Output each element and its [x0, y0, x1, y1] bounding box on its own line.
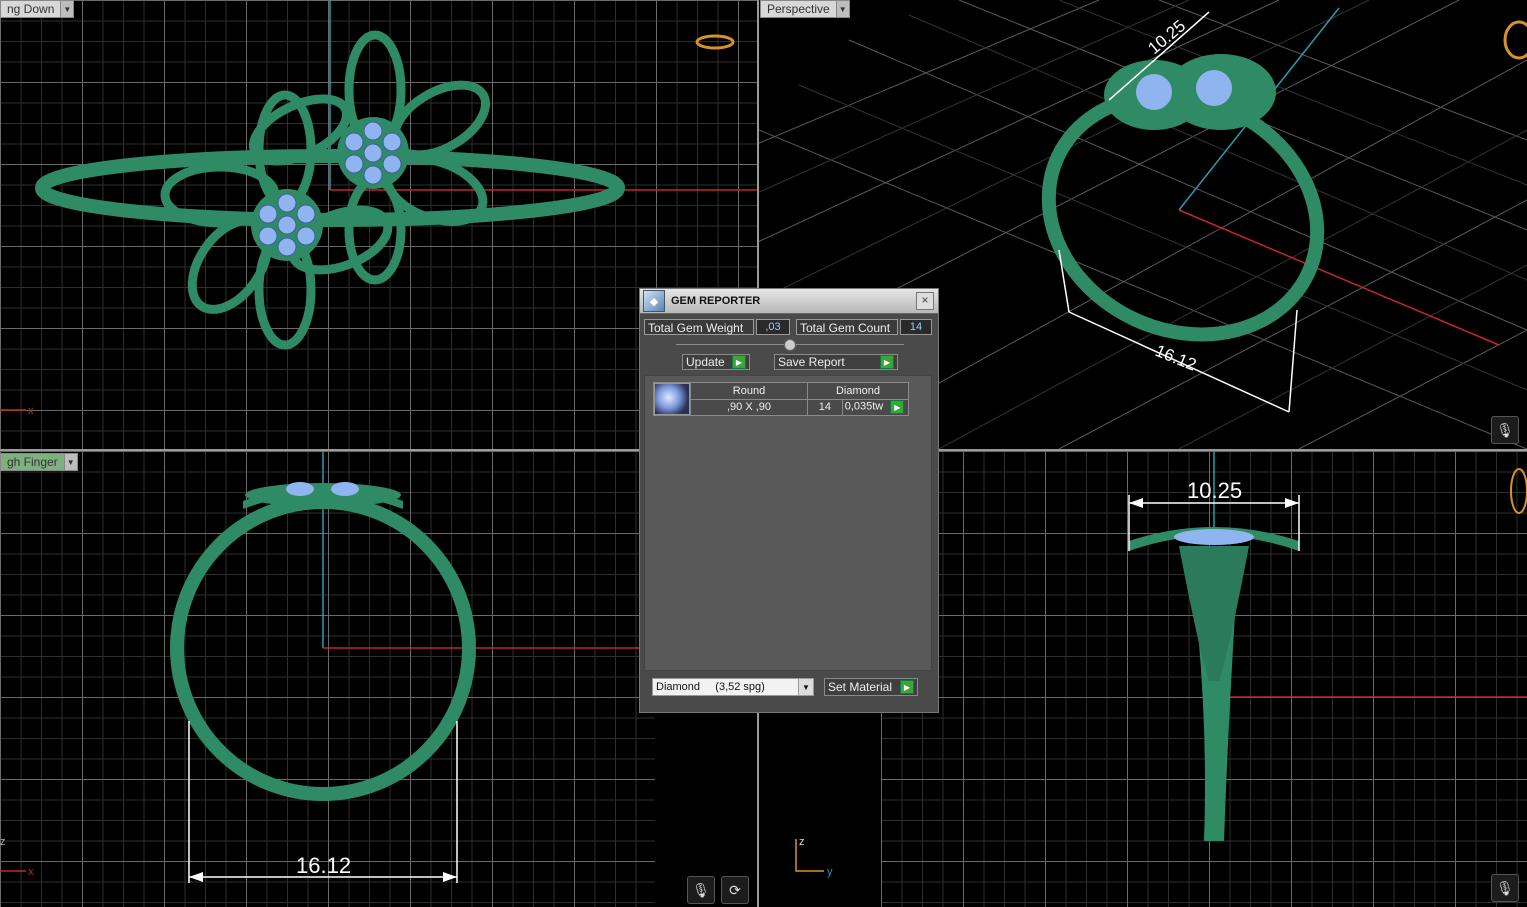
save-report-button[interactable]: Save Report ▶ — [774, 354, 898, 370]
chevron-down-icon[interactable]: ▼ — [798, 679, 813, 695]
dimension-label-width: 10.25 — [1187, 478, 1242, 503]
chevron-down-icon[interactable]: ▼ — [60, 1, 74, 17]
play-icon: ▶ — [732, 355, 746, 369]
play-icon[interactable]: ▶ — [890, 400, 905, 415]
table-row[interactable]: Round Diamond — [653, 382, 909, 416]
dimension-label-ring: 16.12 — [296, 853, 351, 878]
viewport-label-text: Perspective — [767, 2, 830, 16]
microphone-icon[interactable]: 🎙 — [687, 876, 715, 904]
update-button[interactable]: Update ▶ — [682, 354, 750, 370]
totals-row: Total Gem Weight ,03 Total Gem Count 14 — [644, 319, 932, 335]
round-gem-icon — [654, 383, 690, 415]
total-count-value: 14 — [900, 319, 932, 335]
play-icon: ▶ — [900, 680, 914, 694]
gem-thumbnail — [653, 382, 691, 416]
material-select[interactable]: Diamond (3,52 spg) ▼ — [652, 678, 814, 696]
microphone-icon[interactable]: 🎙 — [1491, 874, 1519, 902]
gem-size: ,90 X ,90 — [690, 398, 808, 416]
gem-table: Round Diamond ,90 X ,90 14 0,035tw ▶ — [653, 382, 910, 416]
gem-shape: Round — [690, 382, 808, 400]
set-material-button[interactable]: Set Material ▶ — [824, 678, 918, 696]
viewport-label-bottom-left[interactable]: gh Finger ▼ — [0, 453, 78, 471]
refresh-icon[interactable]: ⟳ — [721, 876, 749, 904]
total-count-label: Total Gem Count — [796, 319, 898, 335]
gem-material: Diamond — [807, 382, 909, 400]
viewport-label-text: ng Down — [7, 2, 55, 16]
gem-reporter-dialog: ◆ GEM REPORTER × Total Gem Weight ,03 To… — [639, 288, 939, 713]
viewport-label-top-left[interactable]: ng Down ▼ — [0, 0, 75, 18]
dimension-label-ring: 16.12 — [1153, 341, 1200, 375]
actions-row: Update ▶ Save Report ▶ — [682, 354, 898, 370]
table-row[interactable]: ,90 X ,90 14 0,035tw ▶ — [654, 398, 910, 416]
gem-weight: 0,035tw — [844, 400, 884, 413]
slider-handle[interactable] — [784, 339, 796, 351]
dialog-title-bar[interactable]: ◆ GEM REPORTER × — [640, 289, 938, 314]
save-report-label: Save Report — [778, 354, 845, 369]
play-icon: ▶ — [880, 355, 894, 369]
axis-z-label: z — [0, 836, 6, 848]
gem-weight-cell: 0,035tw ▶ — [841, 398, 910, 416]
viewport-label-text: gh Finger — [7, 455, 58, 469]
axis-z-label: z — [799, 836, 805, 848]
gem-count: 14 — [807, 398, 843, 416]
chevron-down-icon[interactable]: ▼ — [63, 454, 77, 470]
microphone-icon[interactable]: 🎙 — [1491, 416, 1519, 444]
set-material-label: Set Material — [828, 679, 893, 694]
axis-x-label: x — [28, 405, 34, 417]
gem-reporter-app-icon: ◆ — [643, 290, 665, 312]
total-weight-value: ,03 — [756, 319, 790, 335]
material-row: Diamond (3,52 spg) ▼ Set Material ▶ — [652, 678, 918, 696]
viewport-label-top-right[interactable]: Perspective ▼ — [760, 0, 850, 18]
axis-x-label: x — [28, 866, 34, 878]
update-label: Update — [686, 354, 725, 369]
dialog-title: GEM REPORTER — [671, 295, 761, 307]
total-weight-label: Total Gem Weight — [644, 319, 754, 335]
chevron-down-icon[interactable]: ▼ — [835, 1, 849, 17]
gem-list: Round Diamond ,90 X ,90 14 0,035tw ▶ — [644, 375, 932, 671]
material-select-value: Diamond (3,52 spg) — [656, 681, 765, 693]
axis-y-label: y — [827, 866, 833, 878]
close-button[interactable]: × — [916, 292, 934, 310]
